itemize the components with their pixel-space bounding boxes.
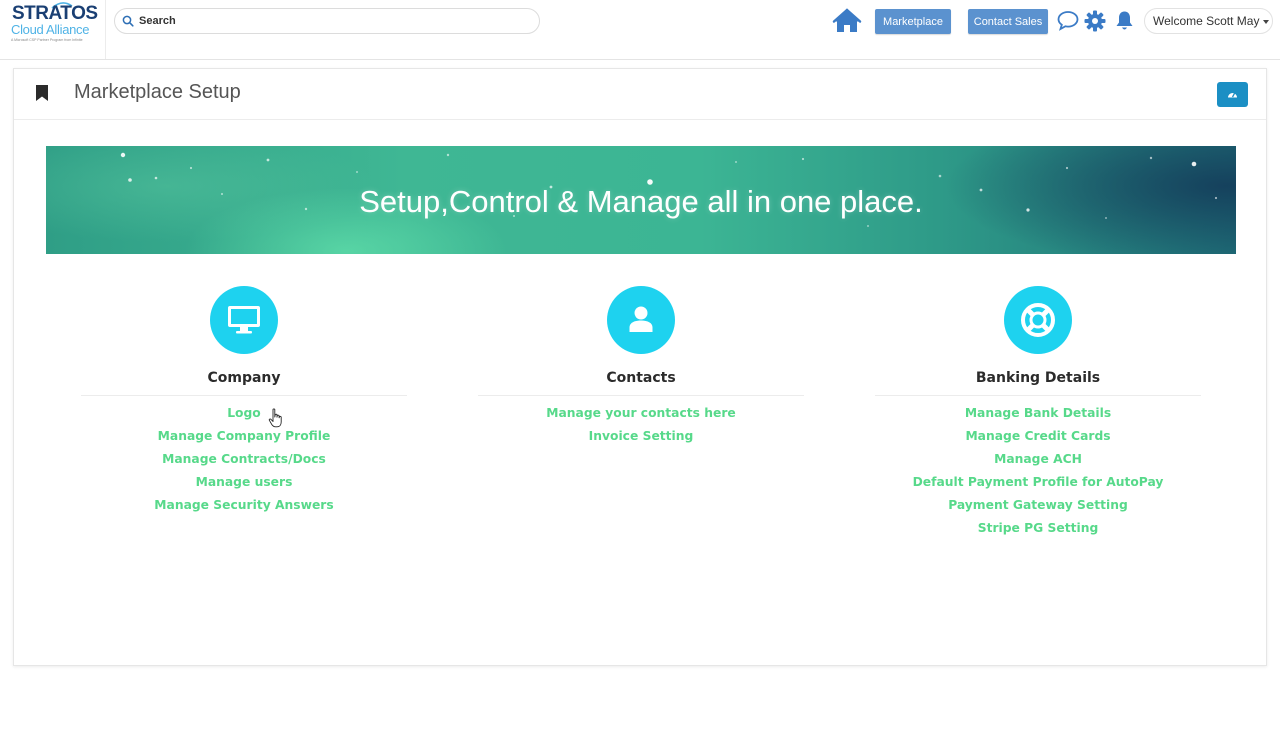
hero-banner: Setup,Control & Manage all in one place. xyxy=(46,146,1236,254)
user-menu[interactable]: Welcome Scott May xyxy=(1144,8,1273,34)
section-title: Company xyxy=(207,370,281,386)
banking-icon-circle xyxy=(1004,286,1072,354)
brand-logo[interactable]: STRATOS Cloud Alliance A Microsoft CSP P… xyxy=(0,0,106,59)
link-manage-users[interactable]: Manage users xyxy=(81,473,407,496)
welcome-label: Welcome Scott May xyxy=(1153,14,1260,28)
link-list: Manage your contacts here Invoice Settin… xyxy=(478,404,804,450)
search-input[interactable] xyxy=(139,12,519,30)
logo-subname: Cloud Alliance xyxy=(11,22,90,37)
lifebuoy-icon xyxy=(1021,303,1055,337)
hand-pointer-cursor-icon xyxy=(268,408,282,428)
logo-tagline: A Microsoft CSP Partner Program from Inf… xyxy=(11,38,83,42)
panel-header: Marketplace Setup xyxy=(14,69,1266,120)
link-manage-credit-cards[interactable]: Manage Credit Cards xyxy=(875,427,1201,450)
chevron-down-icon xyxy=(1263,19,1270,24)
banner-headline: Setup,Control & Manage all in one place. xyxy=(359,184,923,219)
link-list: Logo Manage Company Profile Manage Contr… xyxy=(81,404,407,519)
home-icon[interactable] xyxy=(832,8,862,34)
dashboard-button[interactable] xyxy=(1217,82,1248,107)
search-icon xyxy=(122,15,134,27)
link-list: Manage Bank Details Manage Credit Cards … xyxy=(875,404,1201,542)
marketplace-setup-panel: Marketplace Setup Setup,Control & Manage… xyxy=(13,68,1267,666)
link-manage-contacts[interactable]: Manage your contacts here xyxy=(478,404,804,427)
bookmark-icon xyxy=(36,85,48,101)
user-icon xyxy=(629,306,653,332)
contact-sales-button[interactable]: Contact Sales xyxy=(968,9,1048,34)
link-payment-gateway-setting[interactable]: Payment Gateway Setting xyxy=(875,496,1201,519)
gear-icon[interactable] xyxy=(1084,10,1106,32)
monitor-icon xyxy=(228,306,260,334)
link-logo[interactable]: Logo xyxy=(81,404,407,427)
link-invoice-setting[interactable]: Invoice Setting xyxy=(478,427,804,450)
contacts-icon-circle xyxy=(607,286,675,354)
link-stripe-pg-setting[interactable]: Stripe PG Setting xyxy=(875,519,1201,542)
link-manage-security-answers[interactable]: Manage Security Answers xyxy=(81,496,407,519)
search-box xyxy=(114,8,540,34)
link-manage-contracts-docs[interactable]: Manage Contracts/Docs xyxy=(81,450,407,473)
divider xyxy=(478,395,804,396)
link-manage-company-profile[interactable]: Manage Company Profile xyxy=(81,427,407,450)
top-header: STRATOS Cloud Alliance A Microsoft CSP P… xyxy=(0,0,1280,60)
marketplace-button[interactable]: Marketplace xyxy=(875,9,951,34)
section-title: Contacts xyxy=(606,370,676,386)
company-icon-circle xyxy=(210,286,278,354)
divider xyxy=(875,395,1201,396)
logo-name: STRATOS xyxy=(12,3,98,24)
section-title: Banking Details xyxy=(975,370,1101,386)
chat-icon[interactable] xyxy=(1057,10,1079,31)
divider xyxy=(81,395,407,396)
bell-icon[interactable] xyxy=(1115,10,1134,32)
dashboard-icon xyxy=(1228,92,1237,98)
link-default-payment-profile[interactable]: Default Payment Profile for AutoPay xyxy=(875,473,1201,496)
page-title: Marketplace Setup xyxy=(74,81,241,103)
link-manage-ach[interactable]: Manage ACH xyxy=(875,450,1201,473)
link-manage-bank-details[interactable]: Manage Bank Details xyxy=(875,404,1201,427)
